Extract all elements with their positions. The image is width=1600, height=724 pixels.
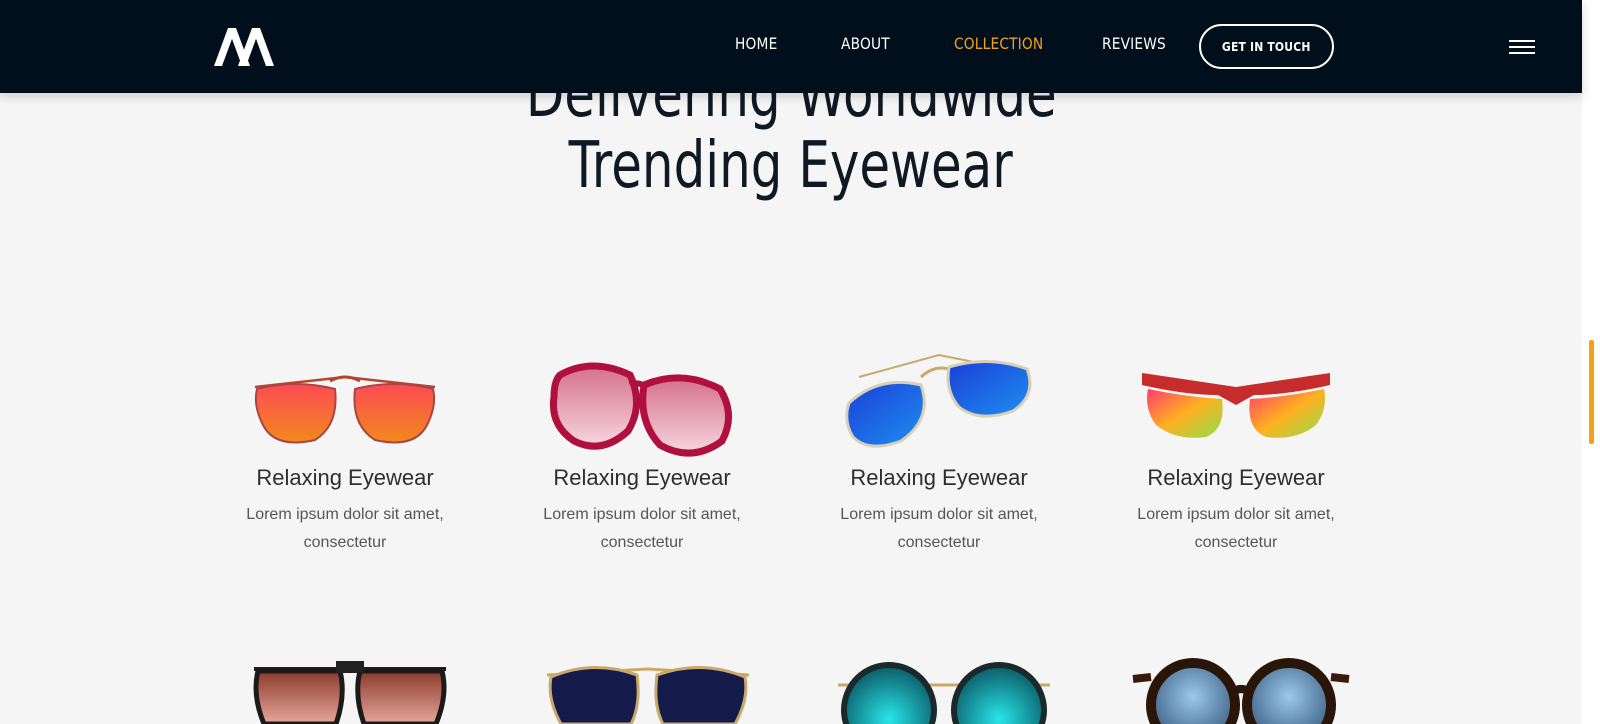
pink-oversized-sunglasses-icon [549,362,732,457]
orange-aviator-sunglasses-icon [254,375,436,444]
rainbow-sport-sunglasses-icon [1142,373,1330,438]
menu-icon[interactable] [1509,40,1535,55]
blue-round-tortoise-icon [1132,658,1350,724]
product-description: Lorem ipsum dolor sit amet, consectetur [1137,506,1335,551]
product-card[interactable]: Relaxing Eyewear Lorem ipsum dolor sit a… [225,345,465,557]
nav-reviews[interactable]: REVIEWS [1102,34,1166,53]
product-description: Lorem ipsum dolor sit amet, consectetur [840,506,1038,551]
product-title: Relaxing Eyewear [553,465,731,490]
nav-collection[interactable]: COLLECTION [954,34,1043,53]
blue-aviator-sunglasses-icon [845,353,1032,448]
brand-logo-icon[interactable] [214,28,274,66]
product-description: Lorem ipsum dolor sit amet, consectetur [543,506,741,551]
product-card[interactable]: Relaxing Eyewear Lorem ipsum dolor sit a… [522,345,762,557]
headline-line-2: Trending Eyewear [568,129,1014,203]
navy-aviator-icon [546,666,750,724]
nav-home[interactable]: HOME [735,34,777,53]
header: HOME ABOUT COLLECTION REVIEWS GET IN TOU… [0,0,1582,93]
product-title: Relaxing Eyewear [1147,465,1325,490]
product-title: Relaxing Eyewear [850,465,1028,490]
teal-round-mirror-icon [838,662,1050,724]
nav-about[interactable]: ABOUT [841,34,890,53]
product-card[interactable]: Relaxing Eyewear Lorem ipsum dolor sit a… [1116,345,1356,557]
scrollbar-thumb[interactable] [1589,340,1594,444]
brown-square-aviator-icon [253,661,447,724]
get-in-touch-button[interactable]: GET IN TOUCH [1199,24,1334,69]
product-title: Relaxing Eyewear [256,465,434,490]
product-description: Lorem ipsum dolor sit amet, consectetur [246,506,444,551]
product-card[interactable]: Relaxing Eyewear Lorem ipsum dolor sit a… [819,345,1059,557]
